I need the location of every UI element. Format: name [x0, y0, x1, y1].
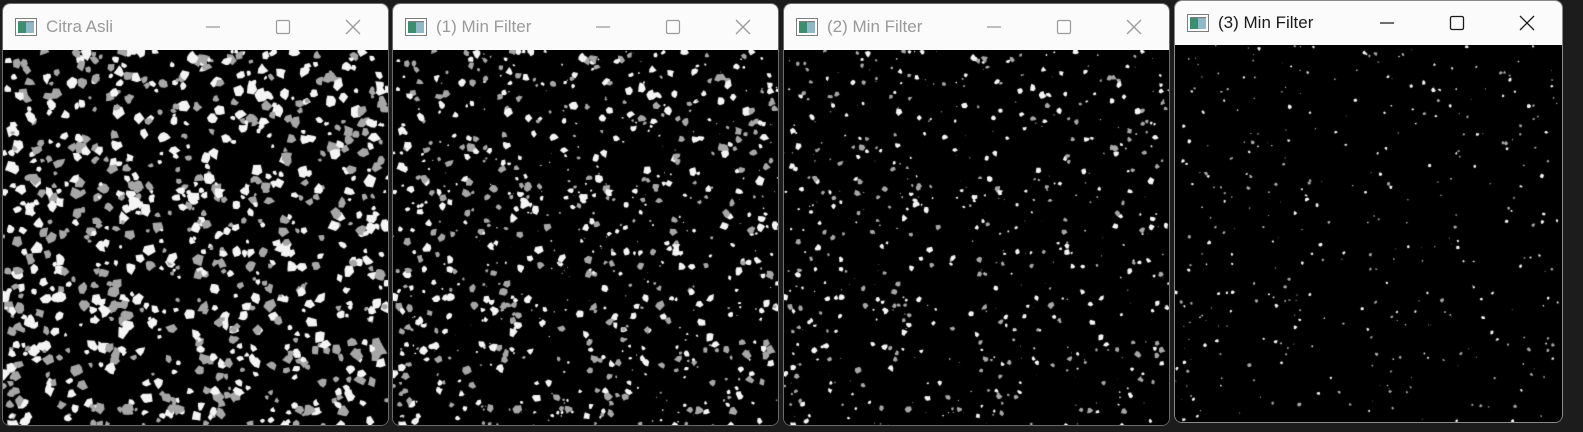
title-bar[interactable]: (3) Min Filter — [1175, 1, 1562, 45]
maximize-icon — [275, 19, 291, 35]
maximize-button[interactable] — [638, 4, 708, 50]
particle-image — [784, 50, 1169, 425]
image-window-icon — [405, 18, 427, 36]
particle-image — [393, 50, 778, 425]
image-canvas — [784, 50, 1169, 425]
minimize-icon — [987, 26, 1001, 28]
maximize-button[interactable] — [1422, 1, 1492, 45]
window-min-filter-3[interactable]: (3) Min Filter — [1174, 0, 1563, 423]
minimize-icon — [206, 26, 220, 28]
title-bar[interactable]: (2) Min Filter — [784, 4, 1169, 50]
close-icon — [1126, 19, 1142, 35]
image-canvas — [393, 50, 778, 425]
minimize-button[interactable] — [568, 4, 638, 50]
window-title: (3) Min Filter — [1218, 13, 1314, 32]
window-min-filter-1[interactable]: (1) Min Filter — [392, 3, 779, 426]
window-title: (2) Min Filter — [827, 17, 923, 36]
minimize-icon — [596, 26, 610, 28]
image-canvas — [3, 50, 388, 425]
minimize-button[interactable] — [178, 4, 248, 50]
close-button[interactable] — [318, 4, 388, 50]
window-title: (1) Min Filter — [436, 17, 532, 36]
maximize-icon — [1449, 15, 1465, 31]
image-canvas — [1175, 45, 1562, 422]
minimize-button[interactable] — [959, 4, 1029, 50]
particle-image — [3, 50, 388, 425]
close-button[interactable] — [1492, 1, 1562, 45]
minimize-icon — [1380, 22, 1394, 24]
maximize-icon — [1056, 19, 1072, 35]
image-window-icon — [796, 18, 818, 36]
maximize-button[interactable] — [248, 4, 318, 50]
close-icon — [345, 19, 361, 35]
close-icon — [735, 19, 751, 35]
image-window-icon — [1187, 14, 1209, 32]
close-button[interactable] — [708, 4, 778, 50]
window-title: Citra Asli — [46, 17, 114, 36]
minimize-button[interactable] — [1352, 1, 1422, 45]
window-citra-asli[interactable]: Citra Asli — [2, 3, 389, 426]
particle-image — [1175, 45, 1562, 422]
close-icon — [1519, 15, 1535, 31]
image-window-icon — [15, 18, 37, 36]
title-bar[interactable]: Citra Asli — [3, 4, 388, 50]
title-bar[interactable]: (1) Min Filter — [393, 4, 778, 50]
maximize-icon — [665, 19, 681, 35]
window-min-filter-2[interactable]: (2) Min Filter — [783, 3, 1170, 426]
close-button[interactable] — [1099, 4, 1169, 50]
maximize-button[interactable] — [1029, 4, 1099, 50]
